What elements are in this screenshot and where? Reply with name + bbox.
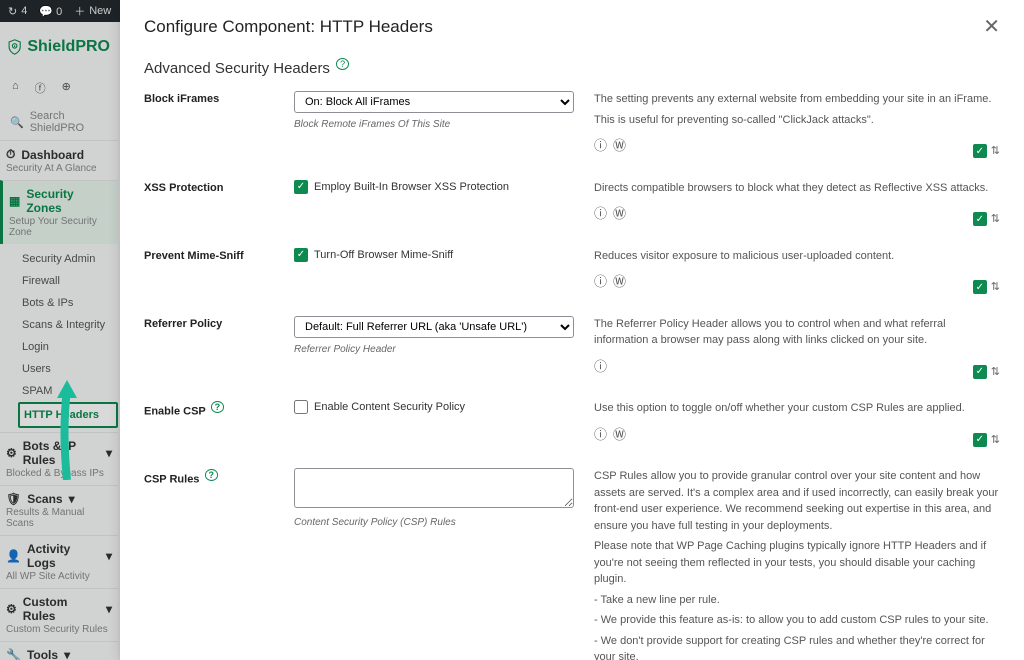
sort-icon[interactable]: ⇅ <box>991 364 1000 381</box>
label-csp: Enable CSP ? <box>144 400 274 444</box>
sidebar-item-scans-integrity[interactable]: Scans & Integrity <box>18 314 118 336</box>
wordpress-icon[interactable]: Ⓦ <box>613 204 626 224</box>
nav-scans[interactable]: 🛡 Scans ▾ Results & Manual Scans <box>0 485 118 535</box>
label-xss: XSS Protection <box>144 180 274 224</box>
nav-tools[interactable]: 🔧 Tools ▾ Import, Whitelabel, Wizard <box>0 641 118 660</box>
row-csp-rules: CSP Rules ? Content Security Policy (CSP… <box>144 468 1000 660</box>
help-icon[interactable]: ⓘ <box>594 204 607 224</box>
sidebar-item-login[interactable]: Login <box>18 336 118 358</box>
nav-security-zones[interactable]: ▦ Security Zones Setup Your Security Zon… <box>0 180 118 244</box>
sort-icon[interactable]: ⇅ <box>991 211 1000 228</box>
wordpress-icon[interactable]: Ⓦ <box>613 425 626 445</box>
comments-indicator[interactable]: 💬 0 <box>39 5 62 18</box>
select-referrer[interactable]: Default: Full Referrer URL (aka 'Unsafe … <box>294 316 574 338</box>
new-menu[interactable]: ＋ New <box>74 3 111 19</box>
hint-referrer: Referrer Policy Header <box>294 344 574 355</box>
label-mime: Prevent Mime-Sniff <box>144 248 274 292</box>
sort-icon[interactable]: ⇅ <box>991 143 1000 160</box>
modal-title: Configure Component: HTTP Headers <box>144 17 433 37</box>
status-badge: ✓ <box>973 212 987 226</box>
sidebar-item-spam[interactable]: SPAM <box>18 380 118 402</box>
globe-icon[interactable]: ⊕ <box>62 80 71 96</box>
wordpress-icon[interactable]: Ⓦ <box>613 136 626 156</box>
checkbox-csp[interactable]: Enable Content Security Policy <box>294 400 574 414</box>
row-xss: XSS Protection ✓Employ Built-In Browser … <box>144 180 1000 224</box>
plugin-sidebar: ShieldPRO ⌂ ⓕ ⊕ 🔍 Search ShieldPRO ⏱ Das… <box>0 22 118 660</box>
section-title: Advanced Security Headers ? <box>144 59 1000 77</box>
status-badge: ✓ <box>973 365 987 379</box>
help-icon[interactable]: ⓘ <box>594 136 607 156</box>
sidebar-item-firewall[interactable]: Firewall <box>18 270 118 292</box>
help-icon[interactable]: ⓘ <box>594 425 607 445</box>
sidebar-item-security-admin[interactable]: Security Admin <box>18 248 118 270</box>
select-block-iframes[interactable]: On: Block All iFrames <box>294 91 574 113</box>
shield-icon <box>8 34 21 60</box>
row-block-iframes: Block iFrames On: Block All iFrames Bloc… <box>144 91 1000 156</box>
close-icon[interactable]: ✕ <box>983 14 1000 39</box>
textarea-csp-rules[interactable] <box>294 468 574 508</box>
nav-custom-rules[interactable]: ⚙ Custom Rules ▾ Custom Security Rules <box>0 588 118 641</box>
search-input[interactable]: 🔍 Search ShieldPRO <box>0 104 118 140</box>
label-block-iframes: Block iFrames <box>144 91 274 156</box>
label-referrer: Referrer Policy <box>144 316 274 377</box>
sidebar-item-http-headers[interactable]: HTTP Headers <box>18 402 118 428</box>
updates-indicator[interactable]: ↻ 4 <box>8 5 27 18</box>
help-icon[interactable]: ⓘ <box>594 357 607 377</box>
sidebar-item-bots-ips[interactable]: Bots & IPs <box>18 292 118 314</box>
checkbox-mime[interactable]: ✓Turn-Off Browser Mime-Sniff <box>294 248 574 262</box>
help-icon[interactable]: ⓘ <box>594 272 607 292</box>
hint-csp-rules: Content Security Policy (CSP) Rules <box>294 517 574 528</box>
row-mime: Prevent Mime-Sniff ✓Turn-Off Browser Mim… <box>144 248 1000 292</box>
search-icon: 🔍 <box>10 116 24 129</box>
brand-text: ShieldPRO <box>27 38 110 56</box>
sidebar-item-users[interactable]: Users <box>18 358 118 380</box>
row-referrer: Referrer Policy Default: Full Referrer U… <box>144 316 1000 377</box>
search-placeholder: Search ShieldPRO <box>30 110 108 134</box>
label-csp-rules: CSP Rules ? <box>144 468 274 660</box>
nav-activity[interactable]: 👤 Activity Logs ▾ All WP Site Activity <box>0 535 118 588</box>
zones-sublist: Security Admin Firewall Bots & IPs Scans… <box>0 244 118 432</box>
facebook-icon[interactable]: ⓕ <box>35 80 46 96</box>
configure-modal: Configure Component: HTTP Headers ✕ Adva… <box>120 0 1024 660</box>
brand-logo[interactable]: ShieldPRO <box>0 22 118 72</box>
hint-iframes: Block Remote iFrames Of This Site <box>294 119 574 130</box>
sort-icon[interactable]: ⇅ <box>991 432 1000 449</box>
wordpress-icon[interactable]: Ⓦ <box>613 272 626 292</box>
status-badge: ✓ <box>973 280 987 294</box>
home-icon[interactable]: ⌂ <box>12 80 19 96</box>
row-csp: Enable CSP ? Enable Content Security Pol… <box>144 400 1000 444</box>
nav-dashboard[interactable]: ⏱ Dashboard Security At A Glance <box>0 140 118 180</box>
nav-bot-rules[interactable]: ⚙ Bots & IP Rules ▾ Blocked & Bypass IPs <box>0 432 118 485</box>
status-badge: ✓ <box>973 144 987 158</box>
checkbox-xss[interactable]: ✓Employ Built-In Browser XSS Protection <box>294 180 574 194</box>
status-badge: ✓ <box>973 433 987 447</box>
sort-icon[interactable]: ⇅ <box>991 279 1000 296</box>
